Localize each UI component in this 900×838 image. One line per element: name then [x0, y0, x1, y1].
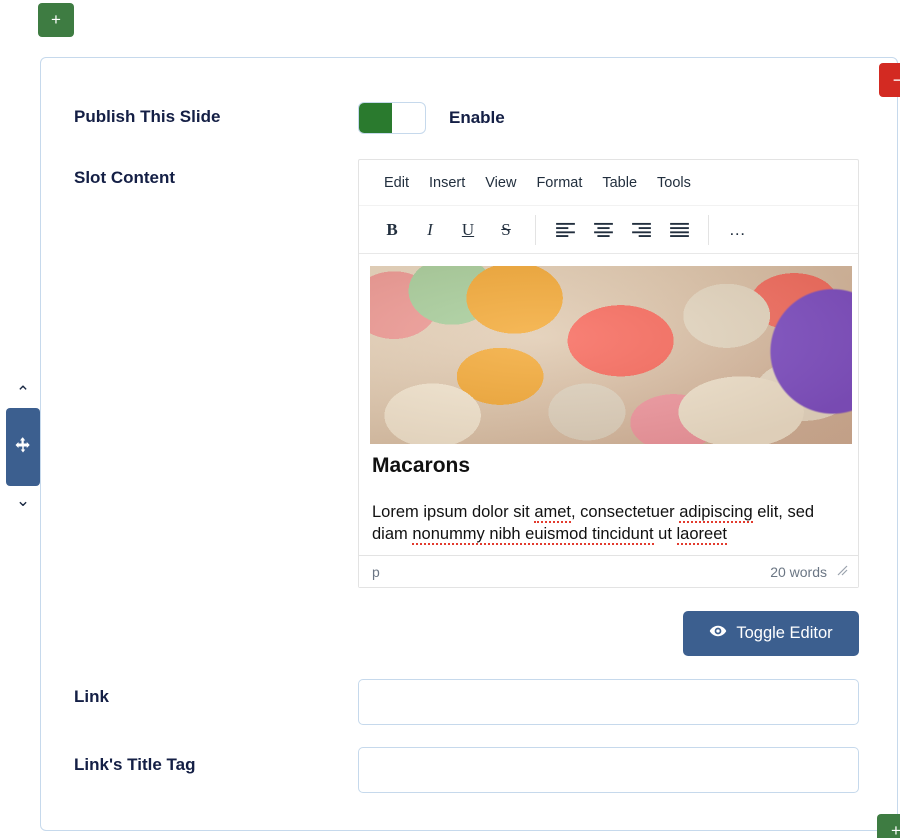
paragraph-line-1: Lorem ipsum dolor sit amet, consectetuer…: [372, 503, 783, 523]
editor-menubar: Edit Insert View Format Table Tools: [359, 160, 858, 206]
menu-format[interactable]: Format: [527, 171, 591, 195]
drag-handle[interactable]: [6, 408, 40, 486]
publish-toggle-group: Enable: [358, 102, 505, 134]
slide-card: − + Publish This Slide Enable Slot Conte…: [40, 57, 900, 838]
publish-toggle[interactable]: [358, 102, 426, 134]
toggle-editor-button[interactable]: Toggle Editor: [683, 611, 859, 656]
add-slide-top-button[interactable]: +: [38, 3, 74, 37]
element-path[interactable]: p: [372, 564, 380, 580]
bold-button[interactable]: B: [373, 214, 411, 246]
link-title-input[interactable]: [358, 747, 859, 793]
menu-view[interactable]: View: [476, 171, 525, 195]
menu-edit[interactable]: Edit: [375, 171, 418, 195]
resize-handle-icon[interactable]: [836, 564, 848, 579]
move-down-chevron-icon[interactable]: ⌄: [6, 486, 40, 516]
toggle-editor-label: Toggle Editor: [736, 624, 833, 642]
align-left-icon[interactable]: [546, 214, 584, 246]
align-justify-icon[interactable]: [660, 214, 698, 246]
slide-reorder-rail: ⌃ ⌄: [6, 378, 40, 516]
toolbar-divider-2: [708, 214, 709, 245]
publish-label: Publish This Slide: [74, 107, 221, 126]
eye-icon: [709, 622, 727, 645]
editor-toolbar: B I U S …: [359, 206, 858, 254]
toolbar-divider-1: [535, 214, 536, 245]
link-label: Link: [74, 687, 109, 706]
align-right-icon[interactable]: [622, 214, 660, 246]
toggle-fill: [359, 103, 392, 133]
macarons-photo: [370, 266, 852, 444]
underline-button[interactable]: U: [449, 214, 487, 246]
link-title-label: Link's Title Tag: [74, 755, 196, 774]
publish-toggle-label: Enable: [449, 108, 505, 127]
link-input[interactable]: [358, 679, 859, 725]
content-paragraph: Lorem ipsum dolor sit amet, consectetuer…: [372, 501, 850, 545]
align-center-icon[interactable]: [584, 214, 622, 246]
slot-content-label: Slot Content: [74, 168, 176, 187]
slide-editor-page: + ⌃ ⌄ − + Publish This Slide Enable Slot…: [0, 0, 900, 838]
editor-statusbar: p 20 words: [359, 555, 858, 587]
move-arrows-icon: [14, 436, 32, 459]
menu-tools[interactable]: Tools: [648, 171, 700, 195]
photo-shading: [370, 266, 852, 444]
remove-slide-button[interactable]: −: [879, 63, 900, 97]
content-heading: Macarons: [372, 454, 471, 477]
strikethrough-button[interactable]: S: [487, 214, 525, 246]
menu-table[interactable]: Table: [593, 171, 646, 195]
add-slide-bottom-button[interactable]: +: [877, 814, 900, 838]
toolbar-overflow-button[interactable]: …: [719, 214, 757, 246]
editor-content-area[interactable]: Macarons Lorem ipsum dolor sit amet, con…: [359, 254, 858, 555]
rich-text-editor: Edit Insert View Format Table Tools B I …: [358, 159, 859, 588]
menu-insert[interactable]: Insert: [420, 171, 474, 195]
word-count: 20 words: [770, 563, 827, 580]
move-up-chevron-icon[interactable]: ⌃: [6, 378, 40, 408]
italic-button[interactable]: I: [411, 214, 449, 246]
